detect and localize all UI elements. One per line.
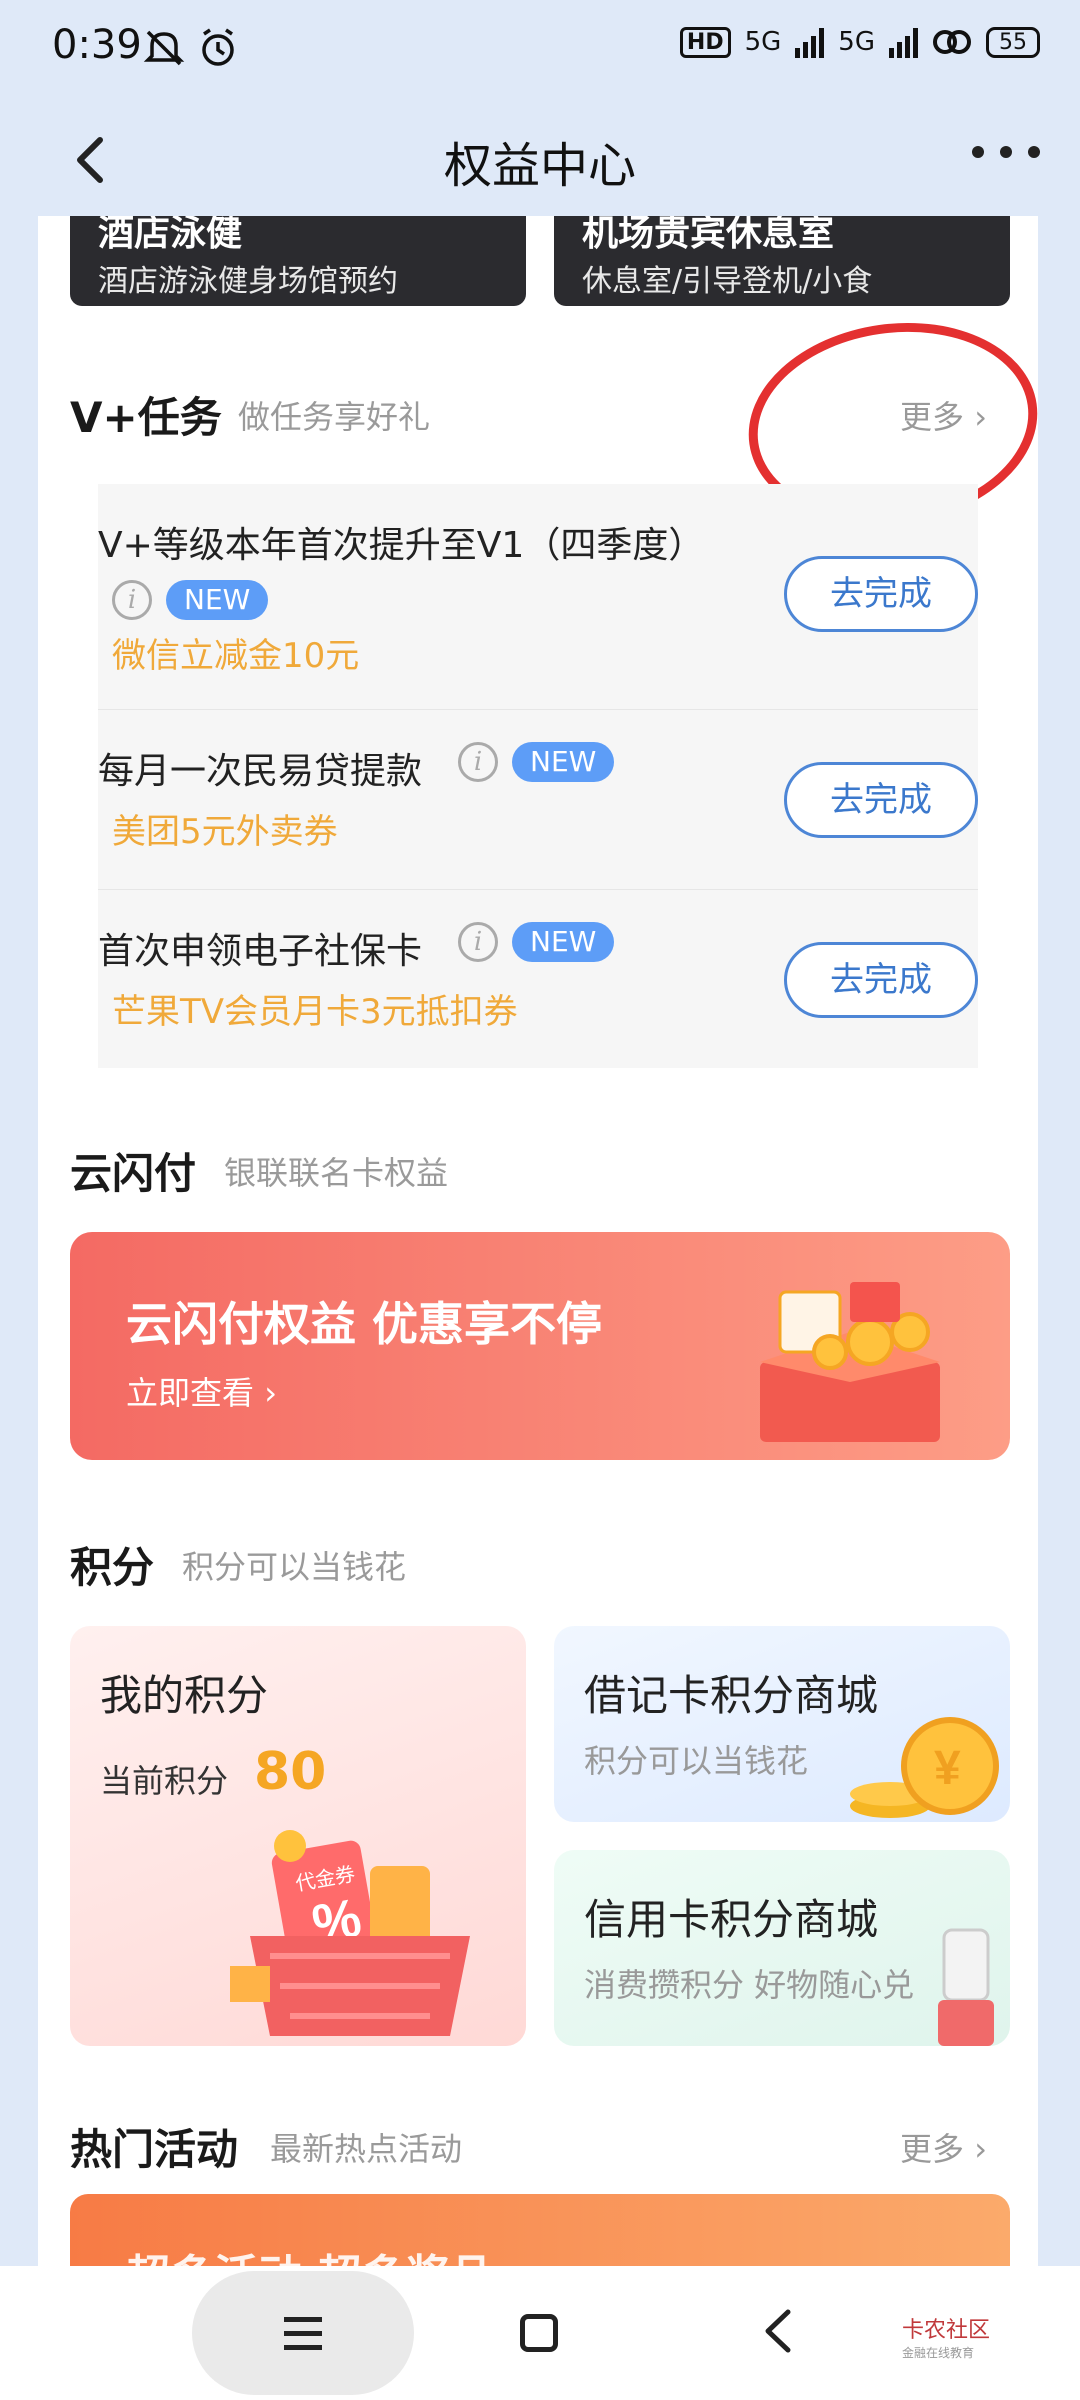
- service-cards: 酒店泳健 酒店游泳健身场馆预约 机场贵宾休息室 休息室/引导登机/小食: [70, 216, 1010, 306]
- task-reward: 微信立减金10元: [112, 636, 360, 676]
- card-title: 机场贵宾休息室: [582, 216, 835, 254]
- complete-task-button[interactable]: 去完成: [784, 942, 978, 1018]
- new-badge: NEW: [512, 922, 615, 962]
- shopping-basket-icon: 代金券 %: [230, 1830, 470, 2036]
- menu-icon[interactable]: [192, 2271, 414, 2395]
- network-5g-label: 5G: [744, 27, 782, 57]
- vtask-section-title: V+任务: [70, 393, 222, 442]
- task-row: 每月一次民易贷提款 i NEW 美团5元外卖券 去完成: [98, 710, 978, 890]
- credit-mall-title: 信用卡积分商城: [584, 1895, 879, 1944]
- watermark-logo: 卡农社区 金融在线教育: [902, 2312, 990, 2361]
- task-title: 首次申领电子社保卡: [98, 931, 423, 972]
- mute-icon: [143, 30, 185, 66]
- status-bar: 0:39 HD 5G 5G 55: [0, 0, 1080, 100]
- airport-lounge-card[interactable]: 机场贵宾休息室 休息室/引导登机/小食: [554, 216, 1010, 306]
- current-points-value: 80: [254, 1742, 327, 1802]
- signal-icon: [795, 26, 825, 58]
- card-subtitle: 休息室/引导登机/小食: [582, 264, 873, 299]
- app-header: 权益中心: [0, 100, 1080, 216]
- new-badge: NEW: [512, 742, 615, 782]
- complete-task-button[interactable]: 去完成: [784, 556, 978, 632]
- system-nav-bar: 卡农社区 金融在线教育: [0, 2266, 1080, 2400]
- banner-link-label: 立即查看: [126, 1374, 255, 1412]
- watermark-tagline: 金融在线教育: [902, 2346, 975, 2360]
- task-reward: 美团5元外卖券: [112, 812, 338, 852]
- info-icon[interactable]: i: [112, 580, 152, 620]
- home-icon[interactable]: [520, 2314, 558, 2352]
- debit-mall-subtitle: 积分可以当钱花: [584, 1742, 809, 1780]
- content-panel: 酒店泳健 酒店游泳健身场馆预约 机场贵宾休息室 休息室/引导登机/小食 V+任务…: [38, 216, 1038, 2266]
- task-list: V+等级本年首次提升至V1（四季度） i NEW 微信立减金10元 去完成 每月…: [98, 484, 978, 1068]
- ysf-benefits-banner[interactable]: 云闪付权益 优惠享不停 立即查看 ›: [70, 1232, 1010, 1460]
- new-badge: NEW: [166, 580, 269, 620]
- task-title: 每月一次民易贷提款: [98, 751, 423, 792]
- vtask-section-subtitle: 做任务享好礼: [238, 398, 431, 436]
- back-nav-icon[interactable]: [754, 2306, 804, 2356]
- info-icon[interactable]: i: [458, 742, 498, 782]
- points-section-title: 积分: [70, 1543, 155, 1592]
- task-reward: 芒果TV会员月卡3元抵扣券: [112, 992, 518, 1032]
- debit-card-mall-card[interactable]: 借记卡积分商城 积分可以当钱花 ¥: [554, 1626, 1010, 1822]
- alarm-icon: [202, 28, 234, 66]
- svg-text:¥: ¥: [934, 1742, 961, 1795]
- banner-title: 超多活动 超多奖品: [126, 2240, 493, 2266]
- hotel-fitness-card[interactable]: 酒店泳健 酒店游泳健身场馆预约: [70, 216, 526, 306]
- hot-section-subtitle: 最新热点活动: [270, 2130, 463, 2168]
- hot-activity-banner[interactable]: 超多活动 超多奖品: [70, 2194, 1010, 2266]
- ysf-section-subtitle: 银联联名卡权益: [224, 1154, 449, 1192]
- banner-link[interactable]: 立即查看 ›: [126, 1368, 277, 1414]
- status-time: 0:39: [52, 22, 142, 68]
- task-row: 首次申领电子社保卡 i NEW 芒果TV会员月卡3元抵扣券 去完成: [98, 890, 978, 1068]
- network-5g-label-2: 5G: [838, 27, 875, 57]
- banner-title: 云闪付权益 优惠享不停: [126, 1297, 603, 1351]
- watermark-name: 卡农社区: [902, 2318, 991, 2343]
- page-title: 权益中心: [443, 138, 636, 194]
- hot-section-title: 热门活动: [70, 2125, 239, 2174]
- my-points-card[interactable]: 我的积分 当前积分 80 代金券 %: [70, 1626, 526, 2046]
- current-points-label: 当前积分: [100, 1762, 229, 1800]
- hot-more-link[interactable]: 更多 ›: [900, 2124, 987, 2170]
- ysf-section-title: 云闪付: [70, 1149, 197, 1198]
- more-label: 更多: [900, 2130, 965, 2168]
- gift-box-icon: [760, 1282, 940, 1442]
- hd-icon: HD: [679, 26, 731, 58]
- credit-card-mall-card[interactable]: 信用卡积分商城 消费攒积分 好物随心兑: [554, 1850, 1010, 2046]
- hotspot-icon: [933, 30, 971, 54]
- card-subtitle: 酒店游泳健身场馆预约: [98, 264, 398, 299]
- more-options-icon[interactable]: [972, 146, 1040, 158]
- signal-icon-2: [889, 26, 918, 58]
- credit-mall-subtitle: 消费攒积分 好物随心兑: [584, 1966, 915, 2004]
- card-title: 酒店泳健: [98, 216, 243, 254]
- complete-task-button[interactable]: 去完成: [784, 762, 978, 838]
- battery-icon: 55: [986, 26, 1040, 58]
- gold-coins-icon: ¥: [850, 1717, 999, 1818]
- task-title: V+等级本年首次提升至V1（四季度）: [98, 525, 705, 566]
- points-section-subtitle: 积分可以当钱花: [182, 1548, 407, 1586]
- task-row: V+等级本年首次提升至V1（四季度） i NEW 微信立减金10元 去完成: [98, 484, 978, 710]
- blender-icon: [938, 1928, 994, 2046]
- info-icon[interactable]: i: [458, 922, 498, 962]
- my-points-title: 我的积分: [100, 1671, 269, 1720]
